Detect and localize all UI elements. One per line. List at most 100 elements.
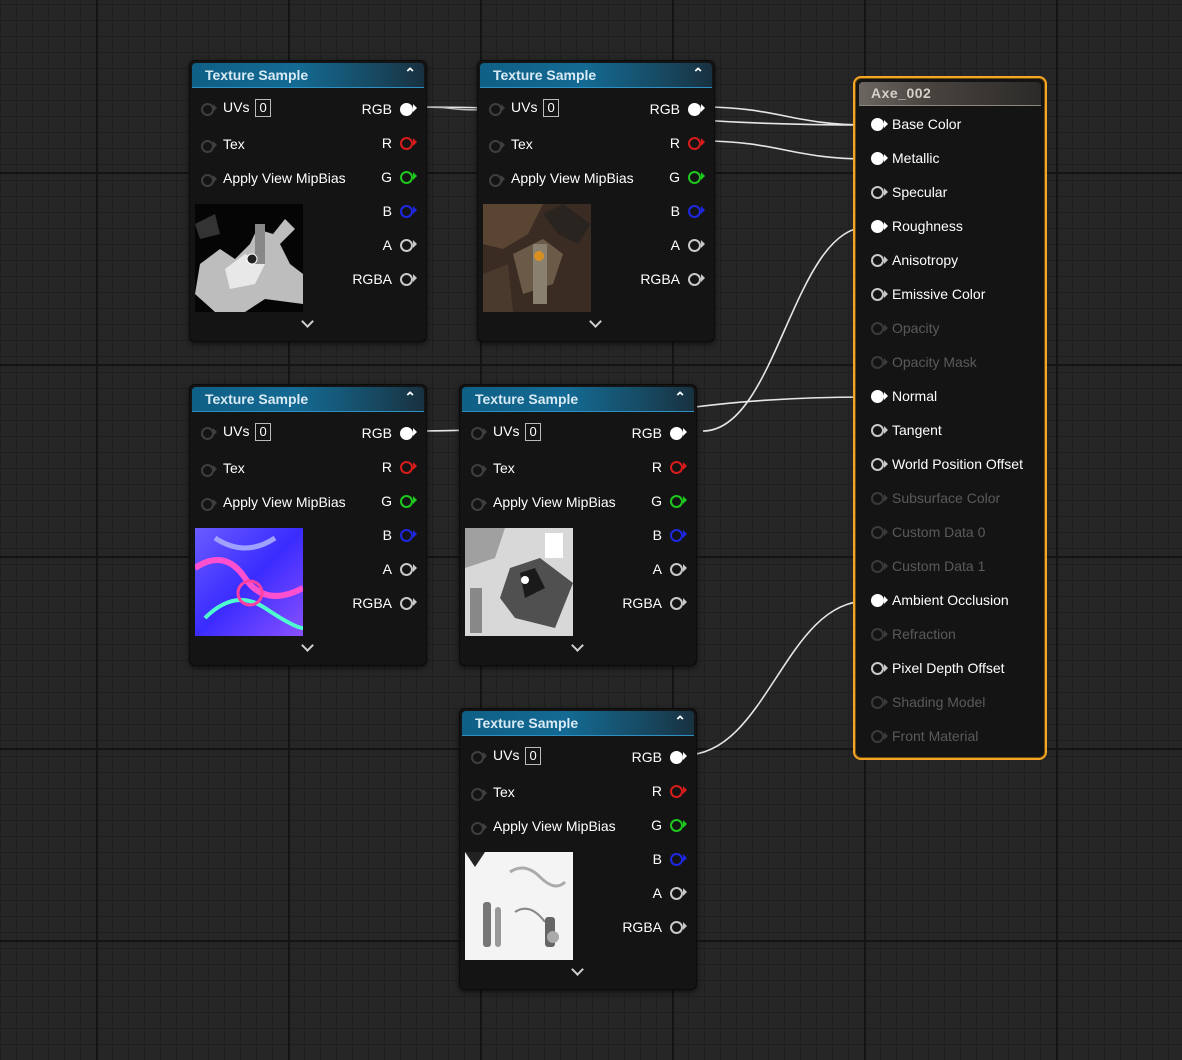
chevron-down-icon[interactable] bbox=[589, 315, 602, 328]
input-pin[interactable] bbox=[871, 356, 884, 369]
output-pin-rgba[interactable] bbox=[400, 597, 413, 610]
output-pin-b[interactable] bbox=[670, 529, 683, 542]
connection-wire[interactable] bbox=[702, 226, 868, 432]
uvs-value-field[interactable]: 0 bbox=[543, 99, 559, 117]
texture-sample-node[interactable]: Texture Sample ⌃ UVs 0 Tex Apply View Mip… bbox=[459, 708, 697, 990]
material-input-row[interactable]: Pixel Depth Offset bbox=[855, 653, 1045, 687]
chevron-up-icon[interactable]: ⌃ bbox=[404, 65, 416, 82]
output-pin-rgb[interactable] bbox=[400, 103, 413, 116]
material-input-row[interactable]: Shading Model bbox=[855, 687, 1045, 721]
output-pin-b[interactable] bbox=[670, 853, 683, 866]
node-title: Texture Sample bbox=[475, 715, 579, 731]
material-input-row[interactable]: Base Color bbox=[855, 109, 1045, 143]
input-pin[interactable] bbox=[871, 594, 884, 607]
output-pin-a[interactable] bbox=[688, 239, 701, 252]
input-pin[interactable] bbox=[871, 628, 884, 641]
input-pin[interactable] bbox=[871, 152, 884, 165]
texture-sample-header[interactable]: Texture Sample ⌃ bbox=[462, 711, 694, 736]
output-pin-b[interactable] bbox=[400, 205, 413, 218]
connection-wire[interactable] bbox=[702, 106, 868, 126]
output-pin-g[interactable] bbox=[688, 171, 701, 184]
input-pin[interactable] bbox=[871, 458, 884, 471]
output-pin-rgba[interactable] bbox=[400, 273, 413, 286]
input-pin[interactable] bbox=[871, 424, 884, 437]
output-pin-r[interactable] bbox=[688, 137, 701, 150]
input-pin[interactable] bbox=[871, 730, 884, 743]
material-input-row[interactable]: Opacity bbox=[855, 313, 1045, 347]
output-pin-rgba[interactable] bbox=[670, 597, 683, 610]
output-pin-rgb[interactable] bbox=[688, 103, 701, 116]
material-input-row[interactable]: Anisotropy bbox=[855, 245, 1045, 279]
chevron-down-icon[interactable] bbox=[301, 315, 314, 328]
output-pin-g[interactable] bbox=[400, 495, 413, 508]
output-pin-b[interactable] bbox=[688, 205, 701, 218]
material-input-row[interactable]: Normal bbox=[855, 381, 1045, 415]
material-input-row[interactable]: Subsurface Color bbox=[855, 483, 1045, 517]
output-pin-rgba[interactable] bbox=[670, 921, 683, 934]
chevron-up-icon[interactable]: ⌃ bbox=[404, 389, 416, 406]
output-pin-a[interactable] bbox=[400, 239, 413, 252]
chevron-down-icon[interactable] bbox=[571, 963, 584, 976]
material-input-row[interactable]: Custom Data 0 bbox=[855, 517, 1045, 551]
connection-wire[interactable] bbox=[702, 140, 868, 160]
chevron-down-icon[interactable] bbox=[301, 639, 314, 652]
input-pin[interactable] bbox=[871, 322, 884, 335]
output-pin-rgb[interactable] bbox=[670, 427, 683, 440]
chevron-up-icon[interactable]: ⌃ bbox=[692, 65, 704, 82]
texture-sample-node[interactable]: Texture Sample ⌃ UVs 0 Tex Apply View Mip… bbox=[189, 60, 427, 342]
input-pin[interactable] bbox=[871, 492, 884, 505]
material-input-row[interactable]: Emissive Color bbox=[855, 279, 1045, 313]
texture-sample-header[interactable]: Texture Sample ⌃ bbox=[192, 63, 424, 88]
texture-sample-node[interactable]: Texture Sample ⌃ UVs 0 Tex Apply View Mip… bbox=[477, 60, 715, 342]
material-input-row[interactable]: Front Material bbox=[855, 721, 1045, 755]
uvs-value-field[interactable]: 0 bbox=[255, 99, 271, 117]
input-pin[interactable] bbox=[871, 254, 884, 267]
texture-sample-header[interactable]: Texture Sample ⌃ bbox=[192, 387, 424, 412]
material-input-row[interactable]: Opacity Mask bbox=[855, 347, 1045, 381]
uvs-value-field[interactable]: 0 bbox=[255, 423, 271, 441]
output-pin-r[interactable] bbox=[400, 461, 413, 474]
output-pin-rgb[interactable] bbox=[670, 751, 683, 764]
connection-wire[interactable] bbox=[684, 600, 868, 756]
chevron-down-icon[interactable] bbox=[571, 639, 584, 652]
output-pin-a[interactable] bbox=[670, 563, 683, 576]
material-input-row[interactable]: Roughness bbox=[855, 211, 1045, 245]
output-pin-b[interactable] bbox=[400, 529, 413, 542]
output-pin-a[interactable] bbox=[670, 887, 683, 900]
material-node-header[interactable]: Axe_002 bbox=[859, 82, 1041, 106]
texture-sample-node[interactable]: Texture Sample ⌃ UVs 0 Tex Apply View Mip… bbox=[459, 384, 697, 666]
material-input-row[interactable]: Specular bbox=[855, 177, 1045, 211]
material-input-row[interactable]: Refraction bbox=[855, 619, 1045, 653]
input-pin[interactable] bbox=[871, 220, 884, 233]
input-pin[interactable] bbox=[871, 390, 884, 403]
material-input-row[interactable]: World Position Offset bbox=[855, 449, 1045, 483]
texture-sample-header[interactable]: Texture Sample ⌃ bbox=[462, 387, 694, 412]
output-pin-r[interactable] bbox=[670, 785, 683, 798]
chevron-up-icon[interactable]: ⌃ bbox=[674, 713, 686, 730]
output-pin-r[interactable] bbox=[400, 137, 413, 150]
uvs-value-field[interactable]: 0 bbox=[525, 423, 541, 441]
output-pin-rgba[interactable] bbox=[688, 273, 701, 286]
input-pin[interactable] bbox=[871, 118, 884, 131]
material-input-row[interactable]: Custom Data 1 bbox=[855, 551, 1045, 585]
output-pin-g[interactable] bbox=[400, 171, 413, 184]
texture-sample-node[interactable]: Texture Sample ⌃ UVs 0 Tex Apply View Mip… bbox=[189, 384, 427, 666]
uvs-value-field[interactable]: 0 bbox=[525, 747, 541, 765]
material-input-row[interactable]: Metallic bbox=[855, 143, 1045, 177]
material-input-row[interactable]: Ambient Occlusion bbox=[855, 585, 1045, 619]
output-pin-g[interactable] bbox=[670, 495, 683, 508]
texture-sample-header[interactable]: Texture Sample ⌃ bbox=[480, 63, 712, 88]
output-pin-g[interactable] bbox=[670, 819, 683, 832]
input-pin[interactable] bbox=[871, 186, 884, 199]
input-pin[interactable] bbox=[871, 662, 884, 675]
chevron-up-icon[interactable]: ⌃ bbox=[674, 389, 686, 406]
input-pin[interactable] bbox=[871, 560, 884, 573]
input-pin[interactable] bbox=[871, 526, 884, 539]
material-input-row[interactable]: Tangent bbox=[855, 415, 1045, 449]
output-pin-r[interactable] bbox=[670, 461, 683, 474]
output-pin-rgb[interactable] bbox=[400, 427, 413, 440]
material-output-node[interactable]: Axe_002 Base Color Metallic Specular Rou… bbox=[853, 76, 1047, 760]
input-pin[interactable] bbox=[871, 696, 884, 709]
output-pin-a[interactable] bbox=[400, 563, 413, 576]
input-pin[interactable] bbox=[871, 288, 884, 301]
